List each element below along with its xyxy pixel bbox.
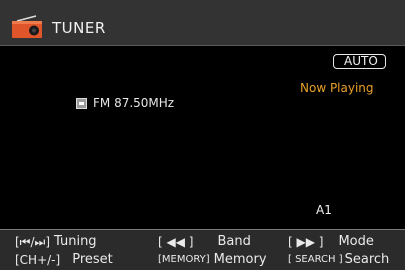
hint-label: Memory — [213, 252, 267, 267]
station-item: FM 87.50MHz — [76, 96, 174, 111]
station-icon — [76, 98, 87, 109]
hint-label: Band — [217, 234, 251, 249]
hint-label: Mode — [338, 234, 374, 249]
hint-key: [CH+/-] — [15, 253, 61, 267]
radio-icon — [12, 15, 42, 38]
hint-label: Search — [344, 252, 390, 267]
hint-label: Tuning — [54, 234, 97, 249]
hint-preset: [CH+/-] Preset — [15, 252, 113, 268]
station-frequency: FM 87.50MHz — [93, 96, 175, 110]
footer-hints: [⏮/⏭] Tuning [ ◀◀ ] Band [ ▶▶ ] Mode [CH… — [0, 229, 405, 270]
hint-key: [⏮/⏭] — [15, 235, 51, 249]
preset-label: A1 — [316, 203, 332, 217]
hint-tuning: [⏮/⏭] Tuning — [15, 234, 97, 250]
hint-memory: [MEMORY] Memory — [158, 252, 267, 268]
hint-label: Preset — [72, 252, 113, 267]
hint-key: [ ◀◀ ] — [158, 235, 194, 249]
now-playing-label: Now Playing — [300, 81, 374, 95]
hint-search: [ SEARCH ] Search — [288, 252, 389, 268]
hint-mode: [ ▶▶ ] Mode — [288, 234, 374, 250]
hint-key: [ SEARCH ] — [288, 254, 343, 265]
hint-band: [ ◀◀ ] Band — [158, 234, 251, 250]
page-title: TUNER — [52, 19, 106, 37]
hint-key: [ ▶▶ ] — [288, 235, 324, 249]
hint-key: [MEMORY] — [158, 254, 210, 265]
auto-mode-badge: AUTO — [333, 54, 386, 69]
title-bar: TUNER — [0, 0, 405, 46]
